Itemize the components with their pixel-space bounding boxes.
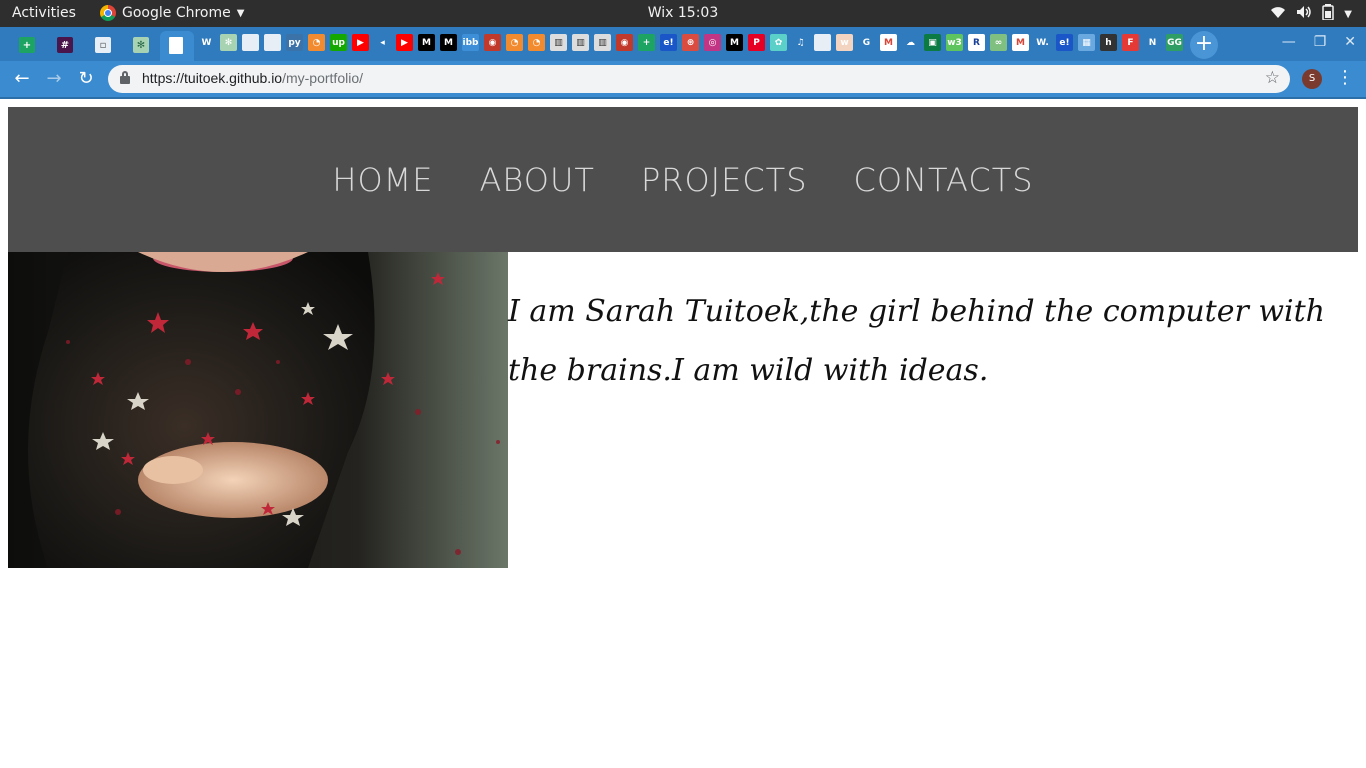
tab-favicon-icon[interactable]: G (858, 34, 875, 51)
nav-about-link[interactable]: ABOUT (480, 161, 595, 199)
url-host: https://tuitoek.github.io (142, 70, 283, 86)
instagram-icon[interactable]: ◎ (704, 34, 721, 51)
profile-avatar[interactable]: S (1302, 69, 1322, 89)
tab-favicon-icon[interactable]: ◉ (616, 34, 633, 51)
hero-photo (8, 252, 508, 568)
activities-button[interactable]: Activities (12, 5, 76, 21)
pinned-tab[interactable]: ▫ (86, 31, 120, 59)
app-menu[interactable]: Google Chrome ▼ (100, 5, 244, 21)
pinned-tab[interactable]: + (10, 31, 44, 59)
reload-icon[interactable]: ↻ (74, 67, 98, 91)
tab-favicon-icon[interactable]: ◂ (374, 34, 391, 51)
nav-contacts-link[interactable]: CONTACTS (854, 161, 1034, 199)
tab-favicons: W ✻ py ◔ up ▶ ◂ ▶ M M ibb ◉ ◔ ◔ ▥ ▥ ▥ ◉ … (198, 34, 1183, 54)
tab-favicon-icon[interactable]: e! (1056, 34, 1073, 51)
tab-favicon-icon[interactable]: w3 (946, 34, 963, 51)
tab-favicon-icon[interactable]: ◉ (484, 34, 501, 51)
tab-favicon-icon[interactable]: ▥ (572, 34, 589, 51)
tab-favicon-icon[interactable]: F (1122, 34, 1139, 51)
browser-toolbar: ← → ↻ https://tuitoek.github.io/my-portf… (0, 61, 1366, 97)
forward-arrow-icon[interactable]: → (42, 67, 66, 91)
tab-favicon-icon[interactable]: w (836, 34, 853, 51)
tree-icon: ✻ (133, 37, 149, 53)
active-tab[interactable] (160, 31, 194, 61)
tab-favicon-icon[interactable]: e! (660, 34, 677, 51)
chrome-icon (100, 5, 116, 21)
app-name: Google Chrome (122, 5, 231, 21)
site-nav-list: HOME ABOUT PROJECTS CONTACTS (8, 161, 1358, 199)
web-page: HOME ABOUT PROJECTS CONTACTS I am Sarah … (0, 99, 1366, 768)
tab-favicon-icon[interactable]: ▦ (1078, 34, 1095, 51)
chevron-down-icon: ▼ (236, 7, 245, 19)
new-tab-button[interactable]: + (1190, 31, 1218, 59)
tab-favicon-icon[interactable]: M (418, 34, 435, 51)
tab-favicon-icon[interactable]: + (638, 34, 655, 51)
tab-favicon-icon[interactable]: N (1144, 34, 1161, 51)
system-top-bar: Activities Google Chrome ▼ Wix 15:03 ▼ (0, 0, 1366, 27)
clock[interactable]: Wix 15:03 (648, 5, 719, 21)
page-icon (169, 37, 183, 54)
site-navbar: HOME ABOUT PROJECTS CONTACTS (8, 107, 1358, 252)
tab-favicon-icon[interactable]: M (440, 34, 457, 51)
system-tray[interactable]: ▼ (1270, 4, 1352, 24)
tab-favicon-icon[interactable]: ⊛ (682, 34, 699, 51)
tab-favicon-icon[interactable]: ◔ (308, 34, 325, 51)
page-icon: ▫ (95, 37, 111, 53)
more-menu-icon[interactable]: ⋮ (1336, 67, 1354, 88)
minimize-icon[interactable]: — (1282, 34, 1296, 50)
music-icon[interactable]: ♫ (792, 34, 809, 51)
tab-favicon-icon[interactable]: ◔ (506, 34, 523, 51)
tab-favicon-icon[interactable]: ✿ (770, 34, 787, 51)
tab-favicon-icon[interactable]: ✻ (220, 34, 237, 51)
tab-favicon-icon[interactable]: R (968, 34, 985, 51)
nav-home-link[interactable]: HOME (332, 161, 433, 199)
intro-paragraph: I am Sarah Tuitoek,the girl behind the c… (508, 294, 1326, 388)
slack-icon: # (57, 37, 73, 53)
gmail-icon[interactable]: M (880, 34, 897, 51)
url-text[interactable]: https://tuitoek.github.io/my-portfolio/ (142, 70, 363, 86)
tab-favicon-icon[interactable] (242, 34, 259, 51)
chevron-down-icon: ▼ (1344, 8, 1352, 20)
tab-favicon-icon[interactable]: ▶ (352, 34, 369, 51)
tab-favicon-icon[interactable]: W. (1034, 34, 1051, 51)
gmail-icon[interactable]: M (1012, 34, 1029, 51)
url-path: /my-portfolio/ (282, 70, 364, 86)
tab-favicon-icon[interactable]: h (1100, 34, 1117, 51)
tab-favicon-icon[interactable]: ∞ (990, 34, 1007, 51)
back-arrow-icon[interactable]: ← (10, 67, 34, 91)
tab-favicon-icon[interactable] (264, 34, 281, 51)
pinterest-icon[interactable]: P (748, 34, 765, 51)
tab-favicon-icon[interactable]: ☁ (902, 34, 919, 51)
tab-favicon-icon[interactable]: up (330, 34, 347, 51)
pinned-tab[interactable]: ✻ (124, 31, 158, 59)
tab-favicon-icon[interactable] (814, 34, 831, 51)
tab-favicon-icon[interactable]: ▥ (594, 34, 611, 51)
tab-favicon-icon[interactable]: ◔ (528, 34, 545, 51)
window-controls: — ❐ ✕ (1282, 34, 1356, 50)
tab-favicon-icon[interactable]: py (286, 34, 303, 51)
tab-favicon-icon[interactable]: ▣ (924, 34, 941, 51)
wifi-icon (1270, 5, 1286, 23)
nav-projects-link[interactable]: PROJECTS (641, 161, 808, 199)
lock-icon[interactable] (120, 71, 130, 84)
restore-icon[interactable]: ❐ (1314, 34, 1327, 50)
tab-favicon-icon[interactable]: ibb (462, 34, 479, 51)
tab-favicon-icon[interactable]: GG (1166, 34, 1183, 51)
tab-favicon-icon[interactable]: M (726, 34, 743, 51)
address-bar[interactable]: https://tuitoek.github.io/my-portfolio/ … (108, 65, 1290, 93)
battery-icon (1322, 4, 1335, 24)
tab-favicon-icon[interactable]: ▶ (396, 34, 413, 51)
bookmark-star-icon[interactable]: ☆ (1265, 68, 1280, 88)
tab-favicon-icon: + (19, 37, 35, 53)
close-icon[interactable]: ✕ (1344, 34, 1356, 50)
tab-favicon-icon[interactable]: W (198, 34, 215, 51)
pinned-tab[interactable]: # (48, 31, 82, 59)
tab-favicon-icon[interactable]: ▥ (550, 34, 567, 51)
volume-icon (1296, 5, 1312, 23)
